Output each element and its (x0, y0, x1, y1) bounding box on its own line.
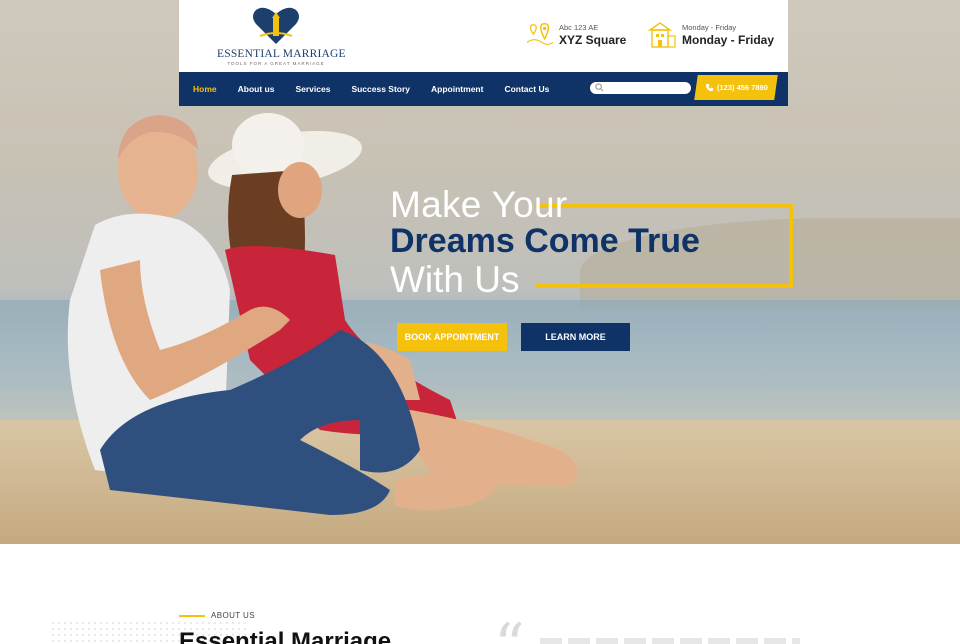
hours-info: Monday - Friday Monday - Friday (648, 20, 774, 50)
search-input[interactable] (604, 82, 688, 94)
learn-more-button[interactable]: LEARN MORE (521, 323, 630, 351)
lighthouse-heart-logo-icon (253, 7, 299, 44)
hero-headline-line3: With Us (390, 259, 520, 300)
hours-line-small: Monday - Friday (682, 22, 737, 32)
nav-item-contact[interactable]: Contact Us (504, 84, 549, 94)
book-appointment-button[interactable]: BOOK APPOINTMENT (397, 323, 507, 351)
phone-icon (705, 83, 713, 92)
address-line-big: XYZ Square (559, 32, 627, 47)
nav-item-about[interactable]: About us (238, 84, 275, 94)
map-pin-icon (525, 21, 553, 49)
nav-item-appointment[interactable]: Appointment (431, 84, 483, 94)
hours-line-big: Monday - Friday (682, 32, 775, 47)
phone-number: (123) 456 7890 (716, 83, 768, 92)
hero-headline-line2: Dreams Come True (390, 222, 700, 260)
eyebrow-bar (179, 614, 205, 617)
about-eyebrow: ABOUT US (179, 611, 255, 620)
hero-headline-line1: Make Your (390, 184, 568, 225)
search-icon (595, 83, 604, 92)
header-bar: ESSENTIAL MARRIAGE TOOLS FOR A GREAT MAR… (179, 0, 788, 72)
brand-tagline: TOOLS FOR A GREAT MARRIAGE (227, 61, 325, 66)
main-nav: Home About us Services Success Story App… (179, 72, 788, 106)
phone-button[interactable]: (123) 456 7890 (694, 75, 778, 100)
brand-name: ESSENTIAL MARRIAGE (217, 48, 346, 60)
nav-item-success-story[interactable]: Success Story (351, 84, 410, 94)
nav-item-services[interactable]: Services (295, 84, 330, 94)
building-icon (648, 21, 676, 49)
address-line-small: Abc 123 AE (559, 22, 599, 32)
about-title: Essential Marriage (179, 628, 392, 644)
about-eyebrow-text: ABOUT US (211, 611, 255, 620)
search-box[interactable] (590, 82, 691, 94)
faint-text-placeholder (540, 638, 800, 644)
address-info: Abc 123 AE XYZ Square (525, 20, 626, 50)
nav-item-home[interactable]: Home (193, 84, 217, 94)
quote-mark-icon: “ (494, 616, 525, 644)
site-logo[interactable]: ESSENTIAL MARRIAGE TOOLS FOR A GREAT MAR… (217, 6, 346, 66)
